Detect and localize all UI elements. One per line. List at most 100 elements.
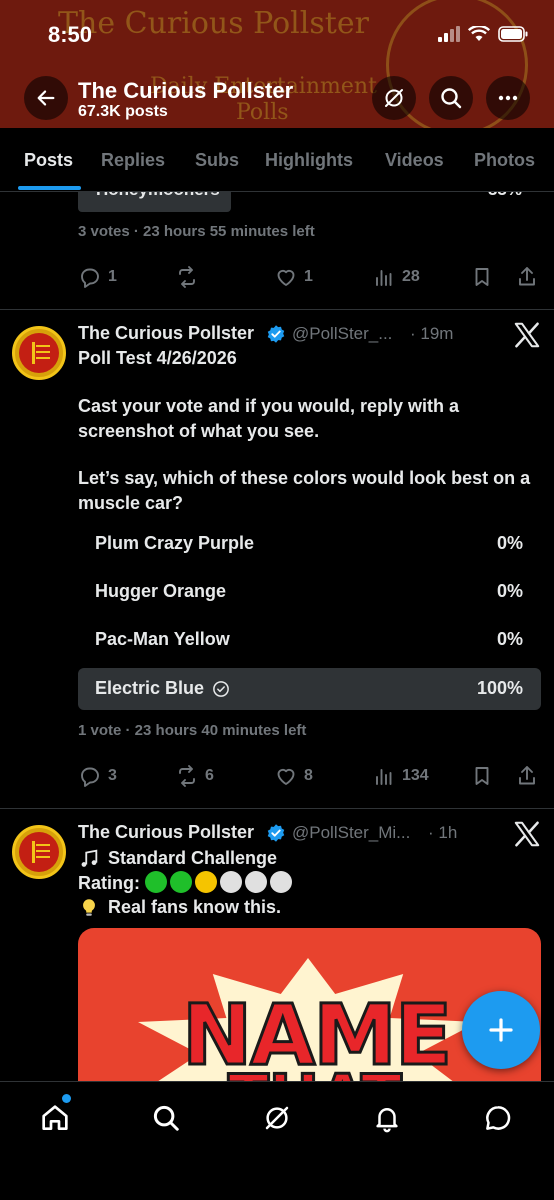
post-line-1: Standard Challenge [78,846,544,871]
reply-count: 3 [108,767,117,784]
bookmark-button[interactable] [470,764,494,788]
avatar[interactable] [12,825,66,879]
post-author-handle[interactable]: @PollSter_... [292,324,392,344]
message-bubble-icon [486,1106,511,1130]
battery-icon [498,26,528,42]
bookmark-icon [475,268,489,286]
views-button[interactable]: 134 [372,764,429,788]
like-button[interactable]: 8 [274,764,313,788]
verified-badge-icon [267,824,285,842]
nav-grok[interactable] [259,1100,295,1136]
grok-button[interactable] [372,76,416,120]
poll-option-pct: 0% [496,581,523,601]
rating-label: Rating: [78,873,140,893]
profile-tabs: Posts Replies Subs Highlights Videos Pho… [0,128,554,192]
post-rating: Rating: [78,871,544,896]
nav-search[interactable] [148,1100,184,1136]
post-paragraph-1: Cast your vote and if you would, reply w… [78,396,460,441]
post-line-1-text: Standard Challenge [108,848,278,868]
tab-replies[interactable]: Replies [101,150,165,171]
views-count: 28 [402,268,420,285]
post-timestamp[interactable]: · 19m [410,324,453,344]
rating-dots [145,871,295,893]
bookmark-button[interactable] [470,265,494,289]
poll-meta: 1 vote · 23 hours 40 minutes left [78,722,307,739]
poll-option-label: Plum Crazy Purple [95,533,255,553]
repost-icon [179,266,195,288]
tab-active-indicator [18,186,81,190]
post-author-handle[interactable]: @PollSter_Mi... [292,823,410,843]
reply-button[interactable]: 1 [78,265,117,289]
poll-option-pct: 100% [476,678,523,698]
share-button[interactable] [515,764,539,788]
header-profile-name: The Curious Pollster [78,78,294,103]
like-count: 1 [304,268,313,285]
tab-subs[interactable]: Subs [195,150,239,171]
header-post-count: 67.3K posts [78,103,168,120]
reply-icon [81,268,99,288]
music-note-icon [81,849,98,867]
verified-badge-icon [267,325,285,343]
post-paragraph-2: Let’s say, which of these colors would l… [78,468,531,513]
poll-option-pct: 0% [496,629,523,649]
poll-option-label: Electric Blue [95,678,205,698]
repost-button[interactable]: 6 [175,764,214,788]
compose-button[interactable] [462,991,540,1069]
rating-dot [170,871,193,893]
nav-home[interactable] [37,1100,73,1136]
views-button[interactable]: 28 [372,265,420,289]
search-button[interactable] [429,76,473,120]
views-icon [376,769,392,785]
like-count: 8 [304,767,313,784]
search-icon [153,1105,179,1131]
search-icon [441,88,462,109]
reply-count: 1 [108,268,117,285]
plus-icon [489,1018,513,1042]
more-icon [498,95,518,101]
tab-videos[interactable]: Videos [385,150,444,171]
post-actions: 3 6 8 134 [78,764,540,794]
more-button[interactable] [486,76,530,120]
grok-icon [265,1106,289,1130]
post-line-3: Real fans know this. [78,895,544,920]
tab-posts[interactable]: Posts [24,150,73,171]
poll-option-pct: 0% [496,533,523,553]
poll-option-selected[interactable]: Electric Blue 100% [78,668,541,710]
x-logo-icon [514,821,540,847]
poll-option-label: Hugger Orange [95,581,227,601]
repost-count: 6 [205,767,214,784]
post-author-name[interactable]: The Curious Pollster [78,323,254,344]
status-icons [438,26,528,42]
avatar[interactable] [12,326,66,380]
signal-icon [438,26,460,42]
heart-icon [277,768,295,785]
reply-button[interactable]: 3 [78,764,117,788]
poll-option-label: Pac-Man Yellow [95,629,230,649]
bottom-nav [0,1081,554,1200]
rating-dot [220,871,243,893]
nav-messages[interactable] [480,1100,516,1136]
back-button[interactable] [24,76,68,120]
like-button[interactable]: 1 [274,265,313,289]
grok-icon [385,89,403,107]
bell-icon [376,1108,398,1133]
post-timestamp[interactable]: · 1h [428,823,457,843]
post-author-name[interactable]: The Curious Pollster [78,822,254,843]
share-icon [519,267,535,286]
repost-button[interactable] [175,265,205,289]
tab-photos[interactable]: Photos [474,150,535,171]
views-icon [376,270,392,286]
share-button[interactable] [515,265,539,289]
lightbulb-icon [83,898,95,916]
poll-option[interactable]: Hugger Orange 0% [78,571,541,613]
home-icon [42,1105,68,1130]
share-icon [519,766,535,785]
banner-watermark-title: The Curious Pollster [58,6,369,41]
tab-highlights[interactable]: Highlights [265,150,353,171]
nav-notifications[interactable] [369,1100,405,1136]
poll-option[interactable]: Plum Crazy Purple 0% [78,523,541,565]
arrow-left-icon [37,90,55,106]
poll-option[interactable]: Pac-Man Yellow 0% [78,619,541,661]
partial-post-actions: 1 1 28 [78,265,540,295]
post-divider [0,808,554,809]
